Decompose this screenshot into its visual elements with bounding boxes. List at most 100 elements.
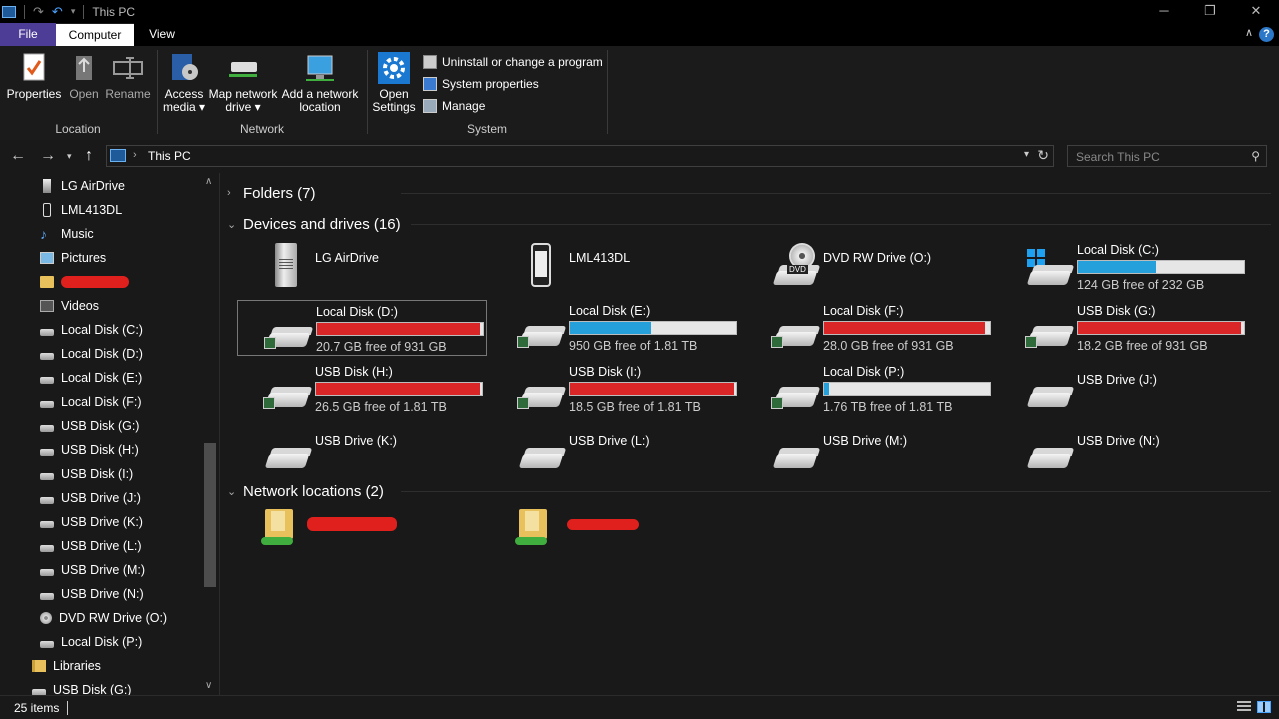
drive-name: Local Disk (P:) (823, 365, 905, 379)
divider (401, 491, 1271, 492)
properties-button[interactable]: Properties (6, 52, 62, 101)
address-bar[interactable]: › This PC ▾ ↻ (106, 145, 1054, 167)
drive-icon (771, 365, 821, 413)
drive-tile[interactable]: LG AirDrive (237, 239, 487, 295)
system-properties-button[interactable]: System properties (423, 74, 539, 94)
minimize-button[interactable]: ─ (1141, 0, 1187, 23)
search-input[interactable]: Search This PC ⚲ (1067, 145, 1267, 167)
sidebar-item-usb-disk-g[interactable]: USB Disk (G:) (40, 414, 139, 438)
network-location-tile[interactable] (507, 507, 757, 563)
sidebar-item-usb-disk-i[interactable]: USB Disk (I:) (40, 462, 133, 486)
drive-tile[interactable]: USB Drive (K:) (237, 422, 487, 478)
scroll-thumb[interactable] (204, 443, 216, 587)
divider (67, 701, 68, 715)
devices-section-header[interactable]: ⌄ Devices and drives (16) (227, 212, 401, 236)
tab-computer[interactable]: Computer (56, 23, 134, 46)
sidebar-item-libraries[interactable]: Libraries (32, 654, 101, 678)
collapse-ribbon-icon[interactable]: ∧ (1245, 26, 1253, 39)
sidebar-item-local-disk-p[interactable]: Local Disk (P:) (40, 630, 142, 654)
drive-tile[interactable]: USB Disk (I:) 18.5 GB free of 1.81 TB (491, 361, 741, 417)
redo-icon[interactable]: ↷ (33, 4, 44, 20)
drive-tile[interactable]: Local Disk (P:) 1.76 TB free of 1.81 TB (745, 361, 995, 417)
forward-arrow-icon[interactable]: → (40, 147, 56, 165)
recent-locations-icon[interactable]: ▾ (67, 151, 72, 162)
usb-drive-icon (40, 568, 54, 576)
drive-tile[interactable]: USB Drive (L:) (491, 422, 741, 478)
help-icon[interactable]: ? (1259, 27, 1274, 42)
drive-tile[interactable]: Local Disk (C:) 124 GB free of 232 GB (999, 239, 1249, 295)
drive-tile[interactable]: USB Drive (N:) (999, 422, 1249, 478)
drive-tile[interactable]: USB Disk (G:) 18.2 GB free of 931 GB (999, 300, 1249, 356)
sidebar-item-redacted[interactable] (40, 270, 129, 294)
sidebar-item-usb-drive-n[interactable]: USB Drive (N:) (40, 582, 144, 606)
sidebar-item-local-disk-f[interactable]: Local Disk (F:) (40, 390, 142, 414)
capacity-bar (823, 321, 991, 335)
uninstall-program-button[interactable]: Uninstall or change a program (423, 52, 603, 72)
drive-tile[interactable]: LML413DL (491, 239, 741, 295)
manage-button[interactable]: Manage (423, 96, 485, 116)
refresh-icon[interactable]: ↻ (1037, 147, 1049, 164)
back-arrow-icon[interactable]: ← (10, 147, 26, 165)
network-location-tile[interactable] (253, 507, 503, 563)
map-network-drive-button[interactable]: Map network drive ▾ (206, 52, 280, 114)
up-arrow-icon[interactable]: ↑ (85, 147, 93, 165)
folders-section-header[interactable]: › Folders (7) (227, 181, 316, 205)
sidebar-item-music[interactable]: ♪ Music (40, 222, 94, 246)
drive-tile[interactable]: Local Disk (D:) 20.7 GB free of 931 GB (237, 300, 487, 356)
sidebar-item-lg-airdrive[interactable]: LG AirDrive (40, 174, 125, 198)
sidebar-item-pictures[interactable]: Pictures (40, 246, 106, 270)
details-view-icon[interactable] (1237, 701, 1251, 713)
chevron-down-icon[interactable]: ▾ (1024, 149, 1029, 160)
undo-icon[interactable]: ↶ (52, 4, 63, 20)
chevron-right-icon[interactable]: › (133, 149, 137, 161)
sidebar-item-local-disk-e[interactable]: Local Disk (E:) (40, 366, 142, 390)
drive-tile[interactable]: USB Disk (H:) 26.5 GB free of 1.81 TB (237, 361, 487, 417)
scroll-up-icon[interactable]: ∧ (205, 176, 212, 187)
sidebar-item-usb-disk-h[interactable]: USB Disk (H:) (40, 438, 139, 462)
drive-tile[interactable]: USB Drive (M:) (745, 422, 995, 478)
sidebar-item-local-disk-c[interactable]: Local Disk (C:) (40, 318, 143, 342)
tab-file[interactable]: File (0, 23, 56, 46)
drive-tile[interactable]: Local Disk (E:) 950 GB free of 1.81 TB (491, 300, 741, 356)
rename-button[interactable]: Rename (104, 52, 152, 101)
server-icon (43, 179, 51, 193)
sidebar-item-usb-drive-l[interactable]: USB Drive (L:) (40, 534, 142, 558)
sidebar-item-usb-drive-k[interactable]: USB Drive (K:) (40, 510, 143, 534)
access-media-button[interactable]: Access media ▾ (162, 52, 206, 114)
open-settings-button[interactable]: Open Settings (372, 52, 416, 114)
add-network-location-button[interactable]: Add a network location (280, 52, 360, 114)
tab-view[interactable]: View (134, 23, 190, 46)
chevron-down-icon: ⌄ (227, 218, 237, 231)
network-folder-icon (515, 509, 563, 557)
sidebar-item-dvd-rw-drive-o[interactable]: DVD RW Drive (O:) (40, 606, 167, 630)
breadcrumb[interactable]: This PC (148, 149, 191, 163)
navigation-scrollbar[interactable]: ∧ ∨ (202, 173, 217, 695)
restore-button[interactable]: ❐ (1187, 0, 1233, 23)
drive-tile[interactable]: Local Disk (F:) 28.0 GB free of 931 GB (745, 300, 995, 356)
network-section-header[interactable]: ⌄ Network locations (2) (227, 479, 384, 503)
drive-tile[interactable]: DVD DVD RW Drive (O:) (745, 239, 995, 295)
scroll-down-icon[interactable]: ∨ (205, 680, 212, 691)
sidebar-item-local-disk-d[interactable]: Local Disk (D:) (40, 342, 143, 366)
drive-icon (517, 304, 567, 352)
phone-icon (517, 243, 565, 291)
drive-tile[interactable]: USB Drive (J:) (999, 361, 1249, 417)
sidebar-item-videos[interactable]: Videos (40, 294, 99, 318)
customize-toolbar-icon[interactable]: ▾ (71, 6, 76, 17)
capacity-fill (1078, 322, 1241, 334)
capacity-bar (316, 322, 484, 336)
drive-name: LML413DL (569, 251, 631, 265)
sidebar-item-lml413dl[interactable]: LML413DL (40, 198, 122, 222)
sidebar-item-usb-drive-m[interactable]: USB Drive (M:) (40, 558, 145, 582)
sidebar-item-usb-drive-j[interactable]: USB Drive (J:) (40, 486, 141, 510)
location-group-label: Location (55, 122, 101, 136)
open-button[interactable]: Open (64, 52, 104, 101)
close-button[interactable]: ✕ (1233, 0, 1279, 23)
sidebar-item-label: DVD RW Drive (O:) (59, 611, 168, 625)
usb-drive-icon (1025, 426, 1075, 474)
tiles-view-icon[interactable] (1257, 701, 1271, 713)
drive-name: Local Disk (F:) (823, 304, 904, 318)
sidebar-item-label: USB Drive (M:) (61, 563, 146, 577)
usb-drive-icon (40, 592, 54, 600)
sidebar-item-usb-disk-g-2[interactable]: USB Disk (G:) (32, 678, 131, 695)
